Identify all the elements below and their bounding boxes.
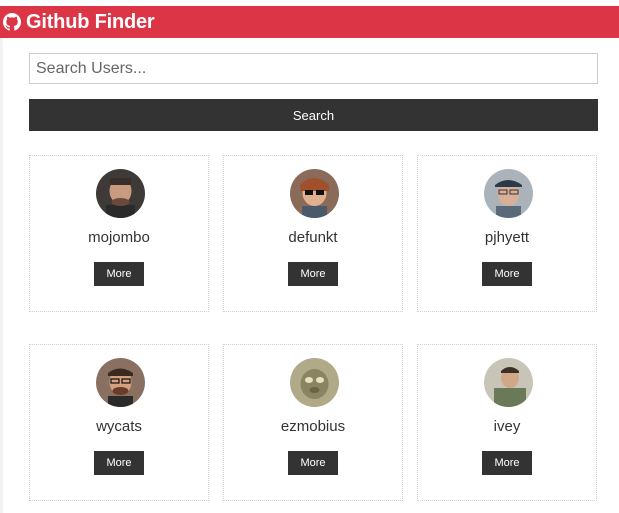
- more-button[interactable]: More: [288, 262, 338, 286]
- avatar: [484, 169, 533, 218]
- user-login: defunkt: [288, 229, 338, 246]
- user-card: ezmobius More: [223, 344, 403, 501]
- more-button[interactable]: More: [482, 262, 532, 286]
- search-button[interactable]: Search: [29, 99, 598, 131]
- user-card: ivey More: [417, 344, 597, 501]
- app-window: Github Finder Search mojombo More: [0, 0, 619, 513]
- search-input[interactable]: [29, 53, 598, 84]
- more-button[interactable]: More: [482, 451, 532, 475]
- more-button[interactable]: More: [94, 262, 144, 286]
- avatar: [96, 358, 145, 407]
- user-card: pjhyett More: [417, 155, 597, 312]
- user-card: mojombo More: [29, 155, 209, 312]
- user-login: mojombo: [88, 229, 150, 246]
- user-login: ivey: [493, 418, 521, 435]
- user-card: wycats More: [29, 344, 209, 501]
- more-button[interactable]: More: [288, 451, 338, 475]
- avatar: [484, 358, 533, 407]
- avatar: [290, 169, 339, 218]
- avatar: [290, 358, 339, 407]
- github-icon: [2, 12, 22, 32]
- user-login: wycats: [96, 418, 142, 435]
- more-button[interactable]: More: [94, 451, 144, 475]
- app-title: Github Finder: [26, 10, 155, 33]
- left-edge: [0, 38, 3, 513]
- user-login: pjhyett: [484, 229, 530, 246]
- user-login: ezmobius: [280, 418, 346, 435]
- navbar: Github Finder: [0, 6, 619, 38]
- user-card: defunkt More: [223, 155, 403, 312]
- avatar: [96, 169, 145, 218]
